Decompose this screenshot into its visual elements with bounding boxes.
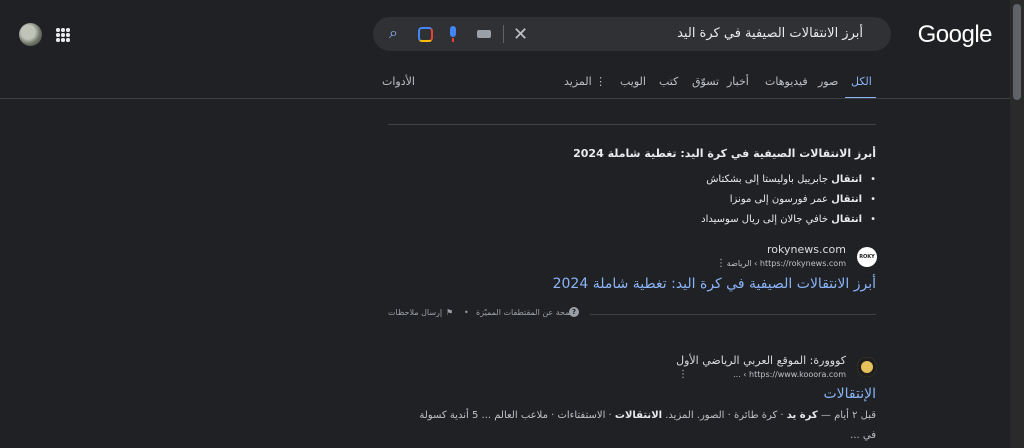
close-icon[interactable]: ✕ bbox=[513, 24, 528, 45]
featured-bullets: •انتقال جابرييل باوليستا إلى بشكتاش •انت… bbox=[576, 174, 876, 234]
more-vert-icon: ⋮ bbox=[595, 75, 607, 88]
google-logo[interactable]: Google bbox=[918, 21, 993, 49]
result-description: قبل ٢ أيام — كرة يد · كرة طائرة · الصور.… bbox=[419, 410, 876, 421]
scroll-thumb[interactable] bbox=[1013, 4, 1021, 100]
scrollbar[interactable] bbox=[1010, 0, 1024, 448]
tab-all[interactable]: الكل bbox=[851, 75, 872, 88]
featured-snippet-title: أبرز الانتقالات الصيفية في كرة اليد: تغط… bbox=[573, 147, 876, 160]
section-divider bbox=[388, 124, 876, 125]
header-divider bbox=[0, 98, 1010, 99]
site-favicon: ROKY NEWS bbox=[857, 247, 877, 280]
result-link-title[interactable]: أبرز الانتقالات الصيفية في كرة اليد: تغط… bbox=[553, 276, 876, 292]
send-feedback-link[interactable]: إرسال ملاحظات bbox=[388, 308, 442, 317]
keyboard-icon[interactable] bbox=[477, 30, 491, 38]
site-url[interactable]: https://www.kooora.com › ... bbox=[733, 370, 846, 379]
site-name[interactable]: rokynews.com bbox=[767, 243, 846, 256]
search-box[interactable]: أبرز الانتقالات الصيفية في كرة اليد ✕ ⌕ bbox=[373, 17, 891, 51]
result-description-line2: في ... bbox=[850, 430, 876, 441]
list-item: •انتقال خافي جالان إلى ريال سوسيداد bbox=[701, 214, 876, 225]
site-url[interactable]: https://rokynews.com › الرياضة bbox=[727, 259, 846, 268]
lens-icon[interactable] bbox=[418, 27, 433, 42]
apps-icon[interactable] bbox=[56, 28, 70, 42]
tab-news[interactable]: أخبار bbox=[727, 75, 749, 88]
more-options-icon[interactable]: ⋮ bbox=[716, 258, 726, 269]
tab-more[interactable]: المزيد ⋮ bbox=[564, 75, 606, 88]
site-name[interactable]: كووورة: الموقع العربي الرياضي الأول bbox=[676, 354, 846, 367]
flag-icon[interactable]: ⚑ bbox=[446, 308, 453, 317]
search-input[interactable]: أبرز الانتقالات الصيفية في كرة اليد bbox=[677, 26, 863, 41]
tab-videos[interactable]: فيديوهات bbox=[765, 75, 808, 88]
tab-web[interactable]: الويب bbox=[620, 75, 646, 88]
feedback-divider bbox=[590, 314, 876, 315]
tab-images[interactable]: صور bbox=[818, 75, 838, 88]
result-link-title[interactable]: الإنتقالات bbox=[823, 386, 876, 402]
list-item: •انتقال عمر فورسون إلى مونزا bbox=[729, 194, 876, 205]
avatar[interactable] bbox=[19, 23, 42, 46]
tab-shopping[interactable]: تسوّق bbox=[692, 75, 719, 88]
site-favicon bbox=[857, 357, 877, 377]
tab-more-label: المزيد bbox=[564, 75, 592, 88]
mic-icon[interactable] bbox=[450, 26, 456, 42]
tab-books[interactable]: كتب bbox=[659, 75, 678, 88]
separator-dot: • bbox=[464, 308, 469, 317]
about-snippets-link[interactable]: لمحة عن المقتطفات المميّزة bbox=[476, 308, 572, 317]
tools-button[interactable]: الأدوات bbox=[382, 75, 415, 88]
search-icon[interactable]: ⌕ bbox=[389, 23, 398, 43]
divider bbox=[503, 25, 504, 43]
list-item: •انتقال جابرييل باوليستا إلى بشكتاش bbox=[706, 174, 876, 185]
more-options-icon[interactable]: ⋮ bbox=[678, 369, 688, 380]
